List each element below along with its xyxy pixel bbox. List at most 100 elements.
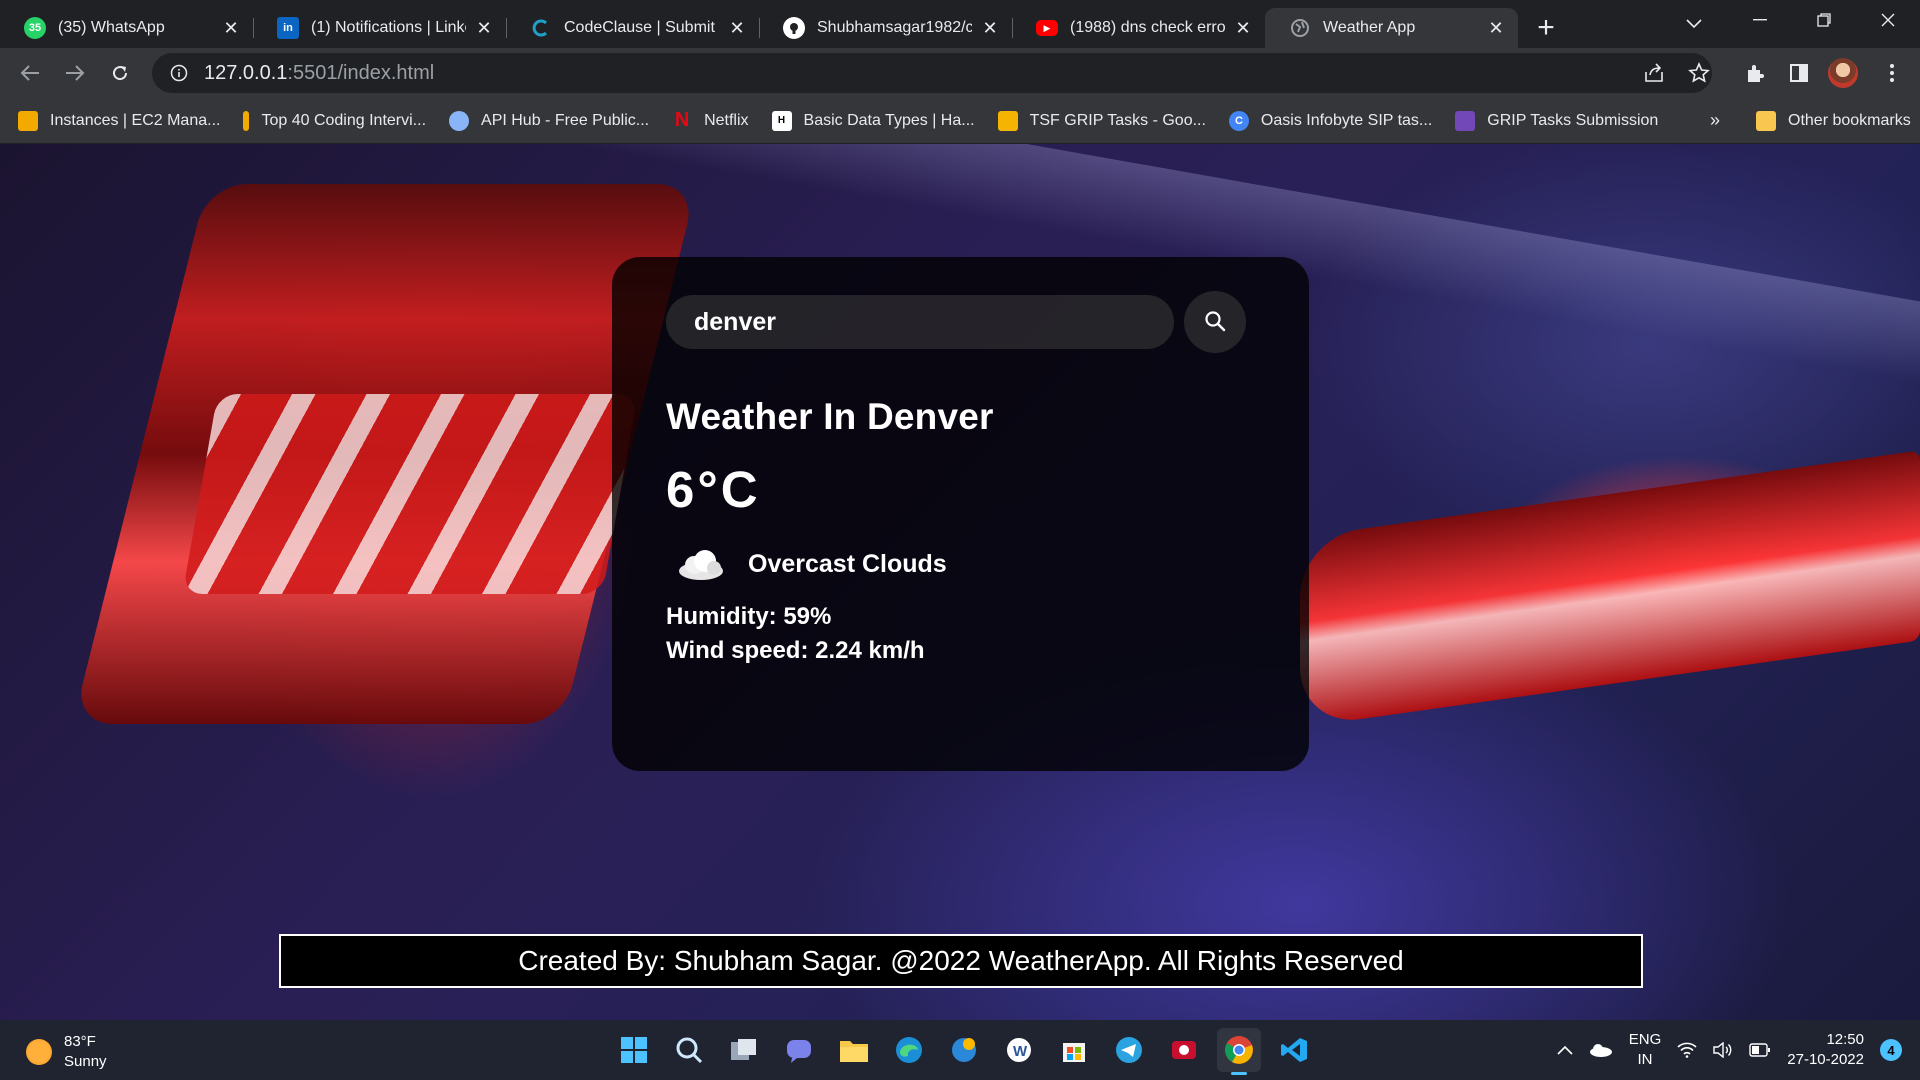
city-title: Weather In Denver [666, 396, 994, 437]
bookmark-label: Oasis Infobyte SIP tas... [1260, 111, 1433, 129]
notification-badge[interactable]: 4 [1880, 1039, 1902, 1061]
share-icon[interactable] [1638, 57, 1670, 89]
bookmark-item[interactable]: GRIP Tasks Submission [1455, 110, 1659, 131]
codeclause-icon [530, 17, 552, 39]
language-indicator[interactable]: ENG IN [1629, 1030, 1662, 1070]
tab-weather-app[interactable]: Weather App ✕ [1265, 8, 1518, 48]
weather-description: Overcast Clouds [748, 549, 947, 578]
tab-bar: 35 (35) WhatsApp ✕ in (1) Notifications … [0, 0, 1920, 48]
volume-icon[interactable] [1713, 1042, 1733, 1058]
url-path: :5501/index.html [287, 61, 435, 84]
forward-button[interactable] [59, 57, 91, 89]
info-icon[interactable] [168, 62, 190, 84]
widget-condition: Sunny [64, 1053, 107, 1070]
weather-app-page: Weather In Denver 6°C Overcast Clouds Hu… [0, 144, 1920, 1020]
youtube-icon: ▶ [1036, 20, 1058, 36]
bookmark-item[interactable]: Instances | EC2 Mana... [18, 110, 220, 131]
search-button[interactable] [1184, 291, 1246, 353]
aws-icon [18, 110, 38, 131]
tab-title: Weather App [1323, 19, 1416, 36]
city-search-input[interactable] [666, 295, 1174, 349]
bookmark-label: Netflix [704, 111, 749, 129]
battery-icon[interactable] [1749, 1043, 1771, 1057]
onedrive-icon[interactable] [1589, 1043, 1613, 1057]
bookmark-item[interactable]: API Hub - Free Public... [449, 110, 649, 131]
close-window-button[interactable] [1856, 0, 1920, 40]
restore-button[interactable] [1792, 0, 1856, 40]
new-tab-button[interactable]: + [1526, 8, 1566, 48]
widget-temperature: 83°F [64, 1033, 96, 1050]
side-panel-icon[interactable] [1783, 57, 1815, 89]
tab-linkedin[interactable]: in (1) Notifications | LinkedIn ✕ [253, 8, 506, 48]
description-row: Overcast Clouds [666, 547, 1255, 581]
store-icon[interactable] [1052, 1028, 1096, 1072]
app-icon[interactable] [942, 1028, 986, 1072]
hackerrank-icon: H [771, 110, 792, 131]
vscode-icon[interactable] [1272, 1028, 1316, 1072]
wind-speed: Wind speed: 2.24 km/h [666, 637, 925, 664]
chat-icon[interactable] [777, 1028, 821, 1072]
chevron-up-icon[interactable] [1557, 1045, 1573, 1055]
bookmark-item[interactable]: Top 40 Coding Intervi... [243, 110, 427, 131]
tab-youtube[interactable]: ▶ (1988) dns check error in ✕ [1012, 8, 1265, 48]
bookmark-label: Other bookmarks [1788, 112, 1911, 129]
word-icon[interactable]: W [997, 1028, 1041, 1072]
humidity: Humidity: 59% [666, 603, 832, 630]
tab-github[interactable]: Shubhamsagar1982/code ✕ [759, 8, 1012, 48]
cloud-icon [679, 550, 723, 580]
address-bar[interactable]: 127.0.0.1:5501/index.html [152, 53, 1712, 93]
bookmarks-overflow-icon[interactable]: » [1710, 110, 1720, 131]
netflix-icon: N [674, 109, 690, 131]
bookmark-label: GRIP Tasks Submission [1487, 111, 1659, 129]
other-bookmarks[interactable]: Other bookmarks [1756, 98, 1911, 144]
wifi-icon[interactable] [1677, 1042, 1697, 1058]
back-button[interactable] [14, 57, 46, 89]
background-image [182, 394, 638, 594]
bookmark-item[interactable]: N Netflix [672, 109, 749, 131]
search-icon [1203, 309, 1227, 336]
clock[interactable]: 12:50 27-10-2022 [1787, 1030, 1864, 1070]
close-icon[interactable]: ✕ [221, 18, 241, 38]
window-controls [1728, 0, 1920, 40]
tab-codeclause[interactable]: CodeClause | Submit Task ✕ [506, 8, 759, 48]
close-icon[interactable]: ✕ [474, 18, 494, 38]
api-hub-icon [449, 110, 470, 131]
reload-button[interactable] [104, 57, 136, 89]
bookmark-page-icon [243, 110, 250, 131]
windows-taskbar: 83°F Sunny W ENG IN 12:50 27-10-2022 4 [0, 1020, 1920, 1080]
close-icon[interactable]: ✕ [1233, 18, 1253, 38]
search-icon[interactable] [667, 1028, 711, 1072]
extensions-icon[interactable] [1739, 57, 1771, 89]
bookmark-item[interactable]: H Basic Data Types | Ha... [771, 110, 975, 131]
weather-widget[interactable]: 83°F Sunny [26, 1032, 107, 1072]
profile-avatar[interactable] [1828, 58, 1858, 88]
bookmark-label: TSF GRIP Tasks - Goo... [1029, 111, 1206, 129]
footer-credits: Created By: Shubham Sagar. @2022 Weather… [279, 934, 1643, 988]
taskbar-apps: W [612, 1028, 1327, 1075]
close-icon[interactable]: ✕ [1486, 18, 1506, 38]
tab-title: (1) Notifications | LinkedIn [311, 19, 466, 36]
start-icon[interactable] [612, 1028, 656, 1072]
minimize-button[interactable] [1728, 0, 1792, 40]
tab-whatsapp[interactable]: 35 (35) WhatsApp ✕ [0, 8, 253, 48]
bookmark-item[interactable]: TSF GRIP Tasks - Goo... [997, 110, 1206, 131]
region-code: IN [1637, 1051, 1653, 1068]
close-icon[interactable]: ✕ [727, 18, 747, 38]
menu-kebab-icon[interactable] [1876, 57, 1908, 89]
bookmark-label: Top 40 Coding Intervi... [261, 111, 427, 129]
task-view-icon[interactable] [722, 1028, 766, 1072]
close-icon[interactable]: ✕ [980, 18, 1000, 38]
url-host: 127.0.0.1 [204, 61, 288, 84]
lang-code: ENG [1628, 1031, 1662, 1048]
svg-text:W: W [1013, 1043, 1028, 1060]
google-slides-icon [997, 110, 1018, 131]
tab-search-chevron-icon[interactable] [1678, 8, 1710, 40]
file-explorer-icon[interactable] [832, 1028, 876, 1072]
telegram-icon[interactable] [1107, 1028, 1151, 1072]
edge-icon[interactable] [887, 1028, 931, 1072]
bookmark-item[interactable]: C Oasis Infobyte SIP tas... [1228, 110, 1433, 131]
chrome-icon[interactable] [1217, 1028, 1261, 1075]
recorder-icon[interactable] [1162, 1028, 1206, 1072]
folder-icon [1756, 111, 1776, 131]
bookmark-star-icon[interactable] [1683, 57, 1715, 89]
